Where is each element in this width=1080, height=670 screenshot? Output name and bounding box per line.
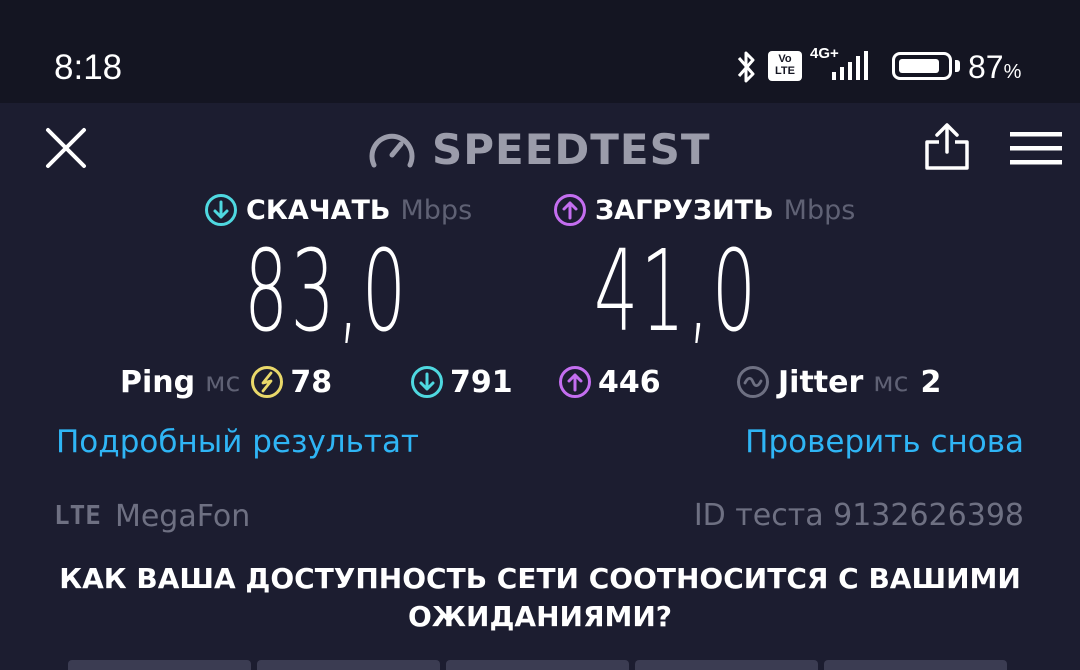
rating-option[interactable] — [257, 660, 440, 670]
ping-lightning-icon — [251, 366, 284, 398]
jitter-metric: Jitter мс 2 — [736, 362, 941, 402]
bluetooth-icon — [737, 51, 755, 83]
volte-icon: Vo LTE — [768, 51, 802, 81]
upload-label: ЗАГРУЗИТЬ Mbps — [553, 192, 855, 228]
share-icon[interactable] — [922, 122, 972, 172]
rating-option[interactable] — [68, 660, 251, 670]
download-speed-value: 83,0 — [244, 227, 409, 357]
status-time: 8:18 — [54, 48, 123, 87]
rating-option[interactable] — [635, 660, 818, 670]
provider-name: MegaFon — [114, 498, 251, 534]
rating-option[interactable] — [824, 660, 1007, 670]
app-title: SPEEDTEST — [432, 124, 711, 174]
battery-tip — [955, 60, 960, 72]
ping-metric: Ping мс 78 — [120, 364, 333, 400]
close-icon[interactable] — [44, 126, 88, 170]
battery-percent: 87% — [968, 49, 1022, 85]
download-latency-metric: 791 — [410, 362, 513, 402]
rating-options — [68, 660, 1007, 670]
download-label: СКАЧАТЬ Mbps — [204, 192, 472, 228]
download-arrow-icon — [205, 194, 237, 226]
test-again-link[interactable]: Проверить снова — [745, 424, 1024, 460]
menu-icon[interactable] — [1010, 130, 1062, 166]
jitter-wave-icon — [737, 366, 769, 398]
connection-type: LTE — [54, 501, 101, 531]
upload-arrow-icon — [554, 194, 586, 226]
app-logo: SPEEDTEST — [368, 124, 711, 174]
upload-latency-metric: 446 — [558, 362, 661, 402]
detailed-result-link[interactable]: Подробный результат — [56, 424, 419, 460]
upload-speed-value: 41,0 — [594, 227, 759, 357]
upload-latency-icon — [559, 366, 591, 398]
download-latency-icon — [411, 366, 443, 398]
signal-icon — [832, 51, 868, 80]
connection-info: LTE MegaFon — [54, 496, 250, 536]
status-bar: 8:18 Vo LTE 4G+ 87% — [0, 0, 1080, 103]
test-id: ID теста 9132626398 — [693, 498, 1024, 533]
speedometer-icon — [369, 133, 415, 168]
status-icons: Vo LTE 4G+ 87% — [680, 0, 1080, 103]
rating-option[interactable] — [446, 660, 629, 670]
survey-question: КАК ВАША ДОСТУПНОСТЬ СЕТИ СООТНОСИТСЯ С … — [59, 562, 1021, 633]
battery-icon — [892, 52, 952, 80]
